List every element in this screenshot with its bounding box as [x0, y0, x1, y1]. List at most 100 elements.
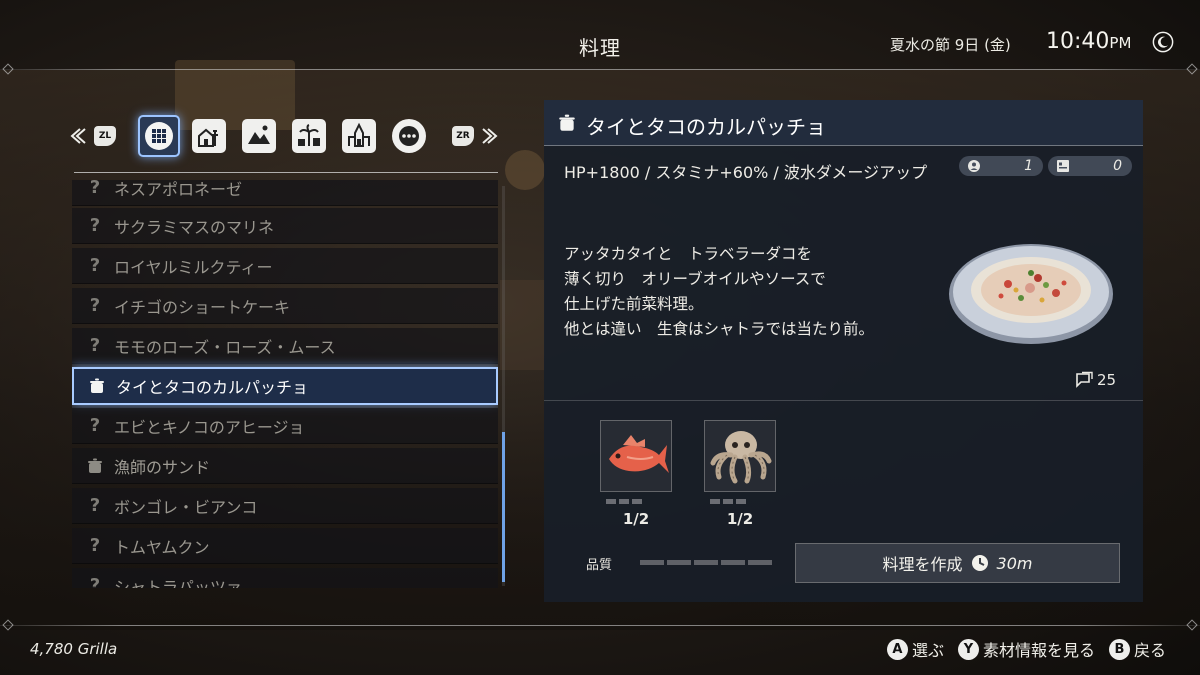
recipe-description: アッタカタイと トラベラーダコを 薄く切り オリーブオイルやソースで 仕上げた前…: [564, 242, 954, 342]
button-hints: A 選ぶ Y 素材情報を見る B 戻る: [886, 637, 1166, 661]
unknown-mark: ?: [89, 180, 101, 198]
ingredient-quantity: 1/2: [726, 510, 754, 528]
ingredient-slot-fish[interactable]: [600, 420, 672, 492]
page-title: 料理: [579, 36, 621, 60]
b-button-icon[interactable]: B: [1108, 638, 1130, 660]
red-fish-icon: [609, 435, 669, 473]
category-tabs: ZL ZR: [66, 112, 506, 160]
list-item[interactable]: ? モモのローズ・ローズ・ムース: [72, 328, 498, 364]
tab-village[interactable]: [192, 119, 226, 153]
y-button-icon[interactable]: Y: [957, 638, 979, 660]
tab-other[interactable]: [392, 119, 426, 153]
party-stat-value: 1: [1024, 158, 1033, 174]
stock-stat-badge: 0: [1048, 156, 1132, 176]
background-shelf: [500, 280, 545, 370]
detail-header: タイとタコのカルパッチョ: [544, 100, 1143, 146]
unknown-mark: ?: [89, 255, 101, 276]
unknown-mark: ?: [89, 575, 101, 588]
tab-palm-town[interactable]: [292, 119, 326, 153]
zr-button[interactable]: ZR: [452, 126, 474, 146]
tab-castle[interactable]: [342, 119, 376, 153]
tab-all[interactable]: [138, 115, 180, 157]
unknown-mark: ?: [89, 495, 101, 516]
recipe-label: ボンゴレ・ビアンコ: [114, 497, 258, 517]
create-dish-label: 料理を作成: [882, 555, 963, 574]
description-line: 他とは違い 生食はシャトラでは当たり前。: [564, 320, 875, 338]
chevron-left-icon[interactable]: [68, 126, 88, 146]
landscape-icon: [248, 125, 270, 144]
unknown-mark: ?: [89, 215, 101, 236]
list-item[interactable]: ? サクラミマスのマリネ: [72, 208, 498, 244]
a-button-icon[interactable]: A: [886, 638, 908, 660]
recipe-label: ネスアポロネーゼ: [114, 180, 243, 199]
quality-label: 品質: [586, 558, 613, 573]
hint-material-info: 素材情報を見る: [982, 641, 1095, 660]
divider-ornament-left: [2, 619, 14, 631]
quality-meter: [640, 560, 772, 565]
inventory-icon: [1057, 160, 1069, 172]
clock-icon: [971, 555, 988, 571]
made-count-value: 25: [1097, 371, 1117, 389]
village-icon: [198, 128, 218, 147]
in-game-date: 夏水の節 9日 (金): [890, 36, 1011, 54]
divider-ornament-right: [1186, 619, 1198, 631]
list-item[interactable]: ? ネスアポロネーゼ: [72, 180, 498, 206]
recipe-label: 漁師のサンド: [114, 457, 211, 477]
recipe-label: ロイヤルミルクティー: [114, 257, 273, 277]
recipe-label: エビとキノコのアヒージョ: [114, 417, 305, 437]
list-item[interactable]: ? エビとキノコのアヒージョ: [72, 408, 498, 444]
recipe-list: ? ネスアポロネーゼ ? サクラミマスのマリネ ? ロイヤルミルクティー ? イチゴのシ…: [72, 180, 498, 588]
octopus-icon: [710, 431, 772, 484]
list-item[interactable]: ? ボンゴレ・ビアンコ: [72, 488, 498, 524]
list-item-selected[interactable]: タイとタコのカルパッチョ: [72, 367, 498, 405]
other-dots-icon: [399, 126, 419, 146]
moon-icon: [1152, 31, 1174, 53]
create-dish-button[interactable]: 料理を作成 30m: [795, 543, 1120, 583]
list-item[interactable]: 漁師のサンド: [72, 448, 498, 484]
list-item[interactable]: ? ロイヤルミルクティー: [72, 248, 498, 284]
ingredient-quality-bars: [606, 499, 642, 504]
money-display: 4,780 Grilla: [30, 640, 118, 658]
recipe-label: サクラミマスのマリネ: [114, 217, 275, 237]
recipe-detail-panel: タイとタコのカルパッチョ HP+1800 / スタミナ+60% / 波水ダメージ…: [544, 100, 1143, 602]
tab-landscape[interactable]: [242, 119, 276, 153]
cook-time: 30m: [996, 553, 1033, 573]
recipe-title: タイとタコのカルパッチョ: [586, 115, 826, 139]
cooking-pot-icon: [88, 458, 102, 473]
ingredient-slot-octopus[interactable]: [704, 420, 776, 492]
hint-select: 選ぶ: [911, 641, 944, 660]
recipe-effect: HP+1800 / スタミナ+60% / 波水ダメージアップ: [564, 163, 928, 182]
list-item[interactable]: ? シャトラパッツァ: [72, 568, 498, 588]
list-item[interactable]: ? トムヤムクン: [72, 528, 498, 564]
time-value: 10:40: [1046, 29, 1110, 54]
recipe-label: イチゴのショートケーキ: [114, 297, 291, 317]
recipe-label: シャトラパッツァ: [114, 577, 242, 589]
footer-divider: [0, 625, 1200, 626]
detail-divider: [544, 400, 1143, 401]
time-ampm: PM: [1109, 34, 1132, 52]
hint-back: 戻る: [1133, 641, 1166, 660]
quote-icon: [1076, 371, 1093, 388]
description-line: 薄く切り オリーブオイルやソースで: [564, 270, 826, 288]
made-count: 25: [1074, 371, 1116, 389]
palm-town-icon: [298, 124, 320, 146]
zl-button[interactable]: ZL: [94, 126, 116, 146]
unknown-mark: ?: [89, 535, 101, 556]
unknown-mark: ?: [89, 335, 101, 356]
unknown-mark: ?: [89, 415, 101, 436]
chevron-right-icon[interactable]: [480, 126, 500, 146]
category-underline: [74, 172, 498, 173]
unknown-mark: ?: [89, 295, 101, 316]
cooking-pot-icon: [559, 114, 575, 131]
ingredient-quality-bars: [710, 499, 746, 504]
recipe-label: トムヤムクン: [114, 537, 210, 557]
list-scroll-thumb[interactable]: [502, 432, 505, 582]
ingredient-quantity: 1/2: [622, 510, 650, 528]
all-grid-icon: [152, 129, 166, 143]
list-item[interactable]: ? イチゴのショートケーキ: [72, 288, 498, 324]
recipe-label: タイとタコのカルパッチョ: [116, 378, 309, 397]
description-line: 仕上げた前菜料理。: [564, 295, 704, 313]
party-stat-badge: 1: [959, 156, 1043, 176]
stock-stat-value: 0: [1113, 158, 1122, 174]
party-icon: [968, 160, 980, 172]
